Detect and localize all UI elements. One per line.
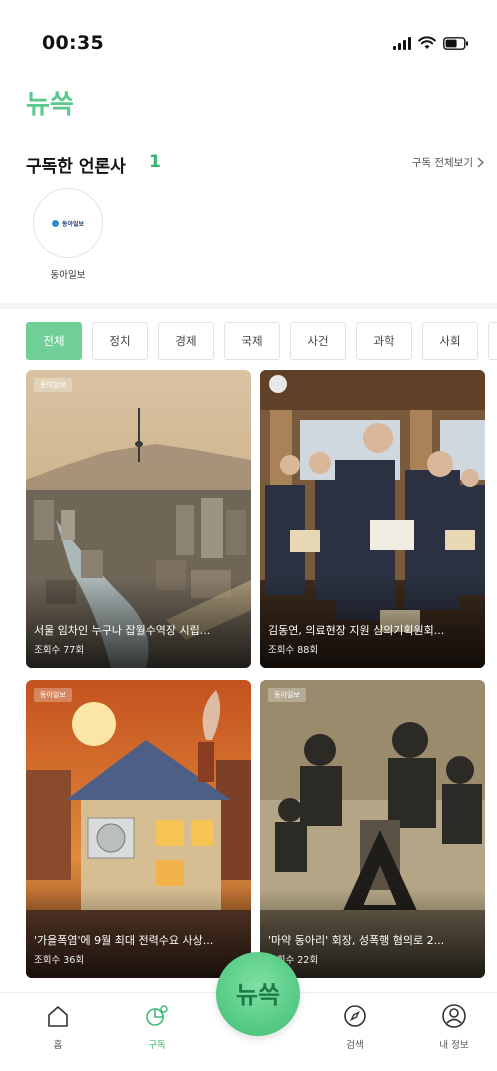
tab-all[interactable]: 전체: [26, 322, 82, 360]
nav-home[interactable]: 홈: [28, 1003, 88, 1051]
tab-more[interactable]: [488, 322, 497, 360]
compass-icon: [344, 1005, 366, 1027]
center-logo-button[interactable]: 뉴쓱: [216, 952, 300, 1036]
tab-society[interactable]: 사회: [422, 322, 478, 360]
news-headline: 서울 임차인 누구나 잡월수역장 시립...: [34, 624, 211, 637]
news-headline: '가을폭염'에 9월 최대 전력수요 사상...: [34, 934, 214, 947]
battery-icon: [443, 36, 468, 50]
nav-profile[interactable]: 내 정보: [424, 1003, 484, 1051]
wifi-icon: [418, 36, 436, 49]
news-headline: '마약 동아리' 회장, 성폭행 혐의로 2...: [268, 934, 445, 947]
nav-search[interactable]: 검색: [325, 1003, 385, 1051]
view-count: 조회수 36회: [34, 955, 85, 966]
nav-label: 검색: [346, 1040, 364, 1051]
nav-label: 내 정보: [439, 1040, 469, 1051]
news-card[interactable]: 동아일보 '마약 동아리' 회장, 성폭행 혐의로 2... 조회수 22회: [260, 680, 485, 978]
publisher-name: 동아일보: [50, 270, 86, 281]
view-all-subscriptions-link[interactable]: 구독 전체보기: [412, 155, 484, 170]
tab-international[interactable]: 국제: [224, 322, 280, 360]
publisher-badge: 동아일보: [268, 688, 306, 702]
center-logo-text: 뉴쓱: [236, 981, 280, 1009]
section-divider: [0, 303, 497, 309]
view-count: 조회수 77회: [34, 645, 85, 656]
svg-text:뉴쓱: 뉴쓱: [236, 981, 280, 1009]
nav-label: 구독: [148, 1040, 166, 1051]
status-icons: [393, 36, 469, 50]
publisher-badge: 동아일보: [34, 378, 72, 392]
subscribed-header: 구독한 언론사 1 구독 전체보기: [26, 152, 486, 178]
nav-subscribe[interactable]: 구독: [127, 1003, 187, 1051]
news-headline: 김동연, 의료현장 지원 심의기획원회...: [268, 624, 445, 637]
chevron-right-icon: [477, 157, 484, 168]
app-logo[interactable]: 뉴쓱: [26, 86, 90, 120]
home-icon: [48, 1006, 68, 1027]
subscribed-title: 구독한 언론사: [26, 157, 126, 177]
view-count: 조회수 88회: [268, 645, 319, 656]
publisher-logo-mark: 동아일보: [51, 219, 84, 228]
subscribed-count: 1: [149, 152, 161, 172]
tab-economy[interactable]: 경제: [158, 322, 214, 360]
tab-incidents[interactable]: 사건: [290, 322, 346, 360]
view-all-label: 구독 전체보기: [411, 157, 473, 169]
svg-text:뉴쓱: 뉴쓱: [26, 90, 74, 120]
publisher-badge: 동아일보: [34, 688, 72, 702]
publisher-item[interactable]: 동아일보 동아일보: [33, 188, 105, 288]
cellular-signal-icon: [393, 36, 411, 50]
news-card[interactable]: 동아일보 '가을폭염'에 9월 최대 전력수요 사상... 조회수 36회: [26, 680, 251, 978]
status-time: 00:35: [42, 32, 104, 54]
publisher-logo: 동아일보: [33, 188, 103, 258]
publisher-emblem-icon: [51, 219, 59, 227]
profile-icon: [442, 1004, 466, 1028]
news-card[interactable]: 김동연, 의료현장 지원 심의기획원회... 조회수 88회: [260, 370, 485, 668]
subscribe-icon: [146, 1005, 168, 1026]
tab-science[interactable]: 과학: [356, 322, 412, 360]
status-bar: 00:35: [0, 0, 497, 86]
tab-politics[interactable]: 정치: [92, 322, 148, 360]
category-tabs: 전체 정치 경제 국제 사건 과학 사회: [26, 322, 497, 360]
nav-label: 홈: [53, 1040, 63, 1051]
news-card[interactable]: 동아일보 서울 임차인 누구나 잡월수역장 시립... 조회수 77회: [26, 370, 251, 668]
